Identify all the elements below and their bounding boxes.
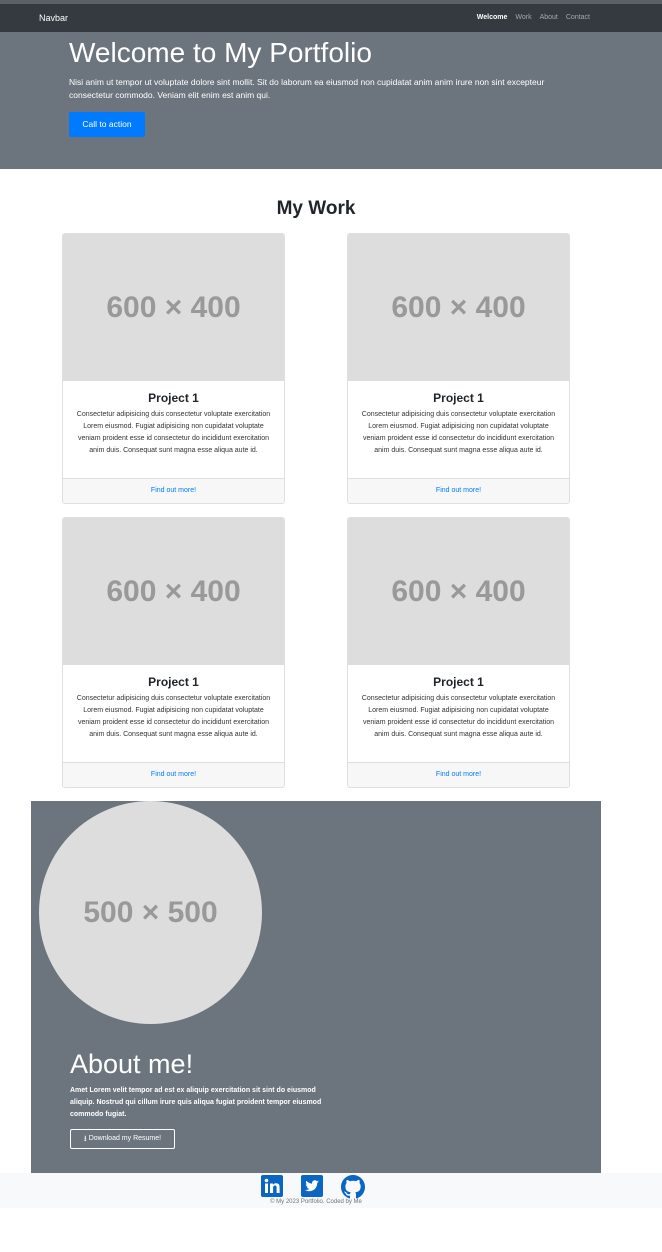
placeholder-size-label: 600 × 400 [391, 290, 526, 324]
project-image-placeholder: 600 × 400 [63, 234, 284, 381]
find-out-more-link[interactable]: Find out more! [348, 479, 569, 503]
download-resume-button[interactable]: ⭳ Download my Resume! [70, 1129, 175, 1149]
download-resume-label: Download my Resume! [88, 1135, 162, 1142]
placeholder-size-label: 500 × 500 [83, 895, 218, 929]
navbar-brand[interactable]: Navbar [39, 13, 68, 23]
nav-links: Welcome Work About Contact [477, 14, 590, 21]
placeholder-size-label: 600 × 400 [106, 290, 241, 324]
github-icon[interactable] [341, 1175, 365, 1199]
card-footer: Find out more! [348, 478, 569, 503]
nav-link-contact[interactable]: Contact [566, 14, 590, 21]
hero-section: Welcome to My Portfolio Nisi anim ut tem… [0, 32, 662, 169]
project-card: 600 × 400 Project 1 Consectetur adipisic… [347, 233, 570, 504]
project-title: Project 1 [148, 675, 199, 689]
hero-text: Nisi anim ut tempor ut voluptate dolore … [69, 77, 545, 100]
footer: © My 2023 Portfolio. Coded by Me [0, 1173, 662, 1208]
card-footer: Find out more! [63, 762, 284, 787]
project-card: 600 × 400 Project 1 Consectetur adipisic… [62, 233, 285, 504]
linkedin-icon[interactable] [261, 1175, 283, 1197]
project-description: Consectetur adipisicing duis consectetur… [76, 695, 271, 738]
project-description: Consectetur adipisicing duis consectetur… [76, 411, 271, 454]
project-card: 600 × 400 Project 1 Consectetur adipisic… [62, 517, 285, 788]
profile-image-placeholder: 500 × 500 [39, 801, 262, 1024]
placeholder-size-label: 600 × 400 [391, 574, 526, 608]
project-title: Project 1 [433, 391, 484, 405]
project-card: 600 × 400 Project 1 Consectetur adipisic… [347, 517, 570, 788]
project-image-placeholder: 600 × 400 [348, 234, 569, 381]
project-title: Project 1 [148, 391, 199, 405]
about-section: 500 × 500 About me! Amet Lorem velit tem… [31, 801, 601, 1173]
copyright-text: © My 2023 Portfolio. Coded by Me [270, 1199, 362, 1205]
project-description: Consectetur adipisicing duis consectetur… [361, 411, 556, 454]
find-out-more-link[interactable]: Find out more! [63, 763, 284, 787]
nav-link-welcome[interactable]: Welcome [477, 14, 508, 21]
about-title: About me! [70, 1049, 194, 1079]
about-text: Amet Lorem velit tempor ad est ex aliqui… [70, 1087, 322, 1118]
hero-title: Welcome to My Portfolio [69, 37, 372, 68]
download-icon: ⭳ [83, 1134, 87, 1143]
card-footer: Find out more! [348, 762, 569, 787]
find-out-more-link[interactable]: Find out more! [63, 479, 284, 503]
placeholder-size-label: 600 × 400 [106, 574, 241, 608]
project-title: Project 1 [433, 675, 484, 689]
project-image-placeholder: 600 × 400 [63, 518, 284, 665]
project-image-placeholder: 600 × 400 [348, 518, 569, 665]
navbar: Navbar Welcome Work About Contact [0, 4, 662, 32]
find-out-more-link[interactable]: Find out more! [348, 763, 569, 787]
twitter-icon[interactable] [301, 1175, 323, 1197]
card-footer: Find out more! [63, 478, 284, 503]
call-to-action-button[interactable]: Call to action [69, 112, 145, 137]
project-description: Consectetur adipisicing duis consectetur… [361, 695, 556, 738]
nav-link-work[interactable]: Work [515, 14, 531, 21]
work-section-title: My Work [276, 198, 356, 219]
nav-link-about[interactable]: About [540, 14, 558, 21]
